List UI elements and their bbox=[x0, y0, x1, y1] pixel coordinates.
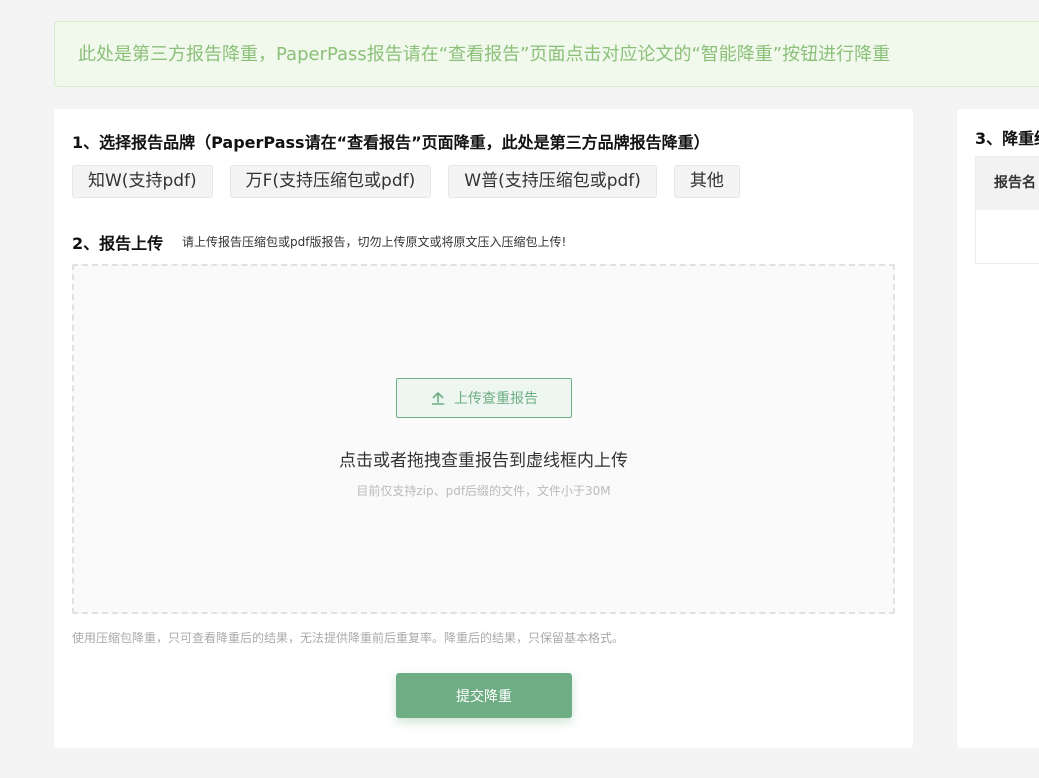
results-table: 报告名 bbox=[975, 156, 1039, 264]
upload-button-label: 上传查重报告 bbox=[454, 391, 538, 407]
main-card: 1、选择报告品牌（PaperPass请在“查看报告”页面降重，此处是第三方品牌报… bbox=[54, 109, 913, 748]
results-card: 3、降重结 报告名 bbox=[957, 109, 1039, 748]
upload-dropzone[interactable]: 上传查重报告 点击或者拖拽查重报告到虚线框内上传 目前仅支持zip、pdf后缀的… bbox=[72, 264, 895, 614]
third-party-notice: 此处是第三方报告降重，PaperPass报告请在“查看报告”页面点击对应论文的“… bbox=[54, 21, 1039, 87]
brand-selector: 知W(支持pdf) 万F(支持压缩包或pdf) W普(支持压缩包或pdf) 其他 bbox=[72, 165, 757, 198]
compression-footnote: 使用压缩包降重，只可查看降重后的结果，无法提供降重前后重复率。降重后的结果，只保… bbox=[72, 631, 625, 645]
brand-option-wanf[interactable]: 万F(支持压缩包或pdf) bbox=[229, 165, 432, 198]
submit-reduction-button[interactable]: 提交降重 bbox=[396, 673, 572, 718]
notice-text: 此处是第三方报告降重，PaperPass报告请在“查看报告”页面点击对应论文的“… bbox=[78, 44, 891, 65]
drop-instruction: 点击或者拖拽查重报告到虚线框内上传 bbox=[339, 451, 628, 471]
upload-arrow-icon bbox=[431, 392, 445, 405]
upload-hint: 请上传报告压缩包或pdf版报告，切勿上传原文或将原文压入压缩包上传! bbox=[182, 235, 567, 249]
upload-report-button[interactable]: 上传查重报告 bbox=[396, 378, 572, 418]
section-2-title: 2、报告上传 bbox=[72, 234, 164, 253]
brand-option-zhiw[interactable]: 知W(支持pdf) bbox=[72, 165, 213, 198]
brand-option-wpu[interactable]: W普(支持压缩包或pdf) bbox=[448, 165, 657, 198]
file-requirements: 目前仅支持zip、pdf后缀的文件，文件小于30M bbox=[356, 484, 611, 498]
table-header-report-name: 报告名 bbox=[976, 157, 1039, 210]
section-1-title: 1、选择报告品牌（PaperPass请在“查看报告”页面降重，此处是第三方品牌报… bbox=[72, 133, 710, 152]
brand-option-other[interactable]: 其他 bbox=[673, 165, 740, 198]
section-3-title: 3、降重结 bbox=[975, 129, 1039, 148]
